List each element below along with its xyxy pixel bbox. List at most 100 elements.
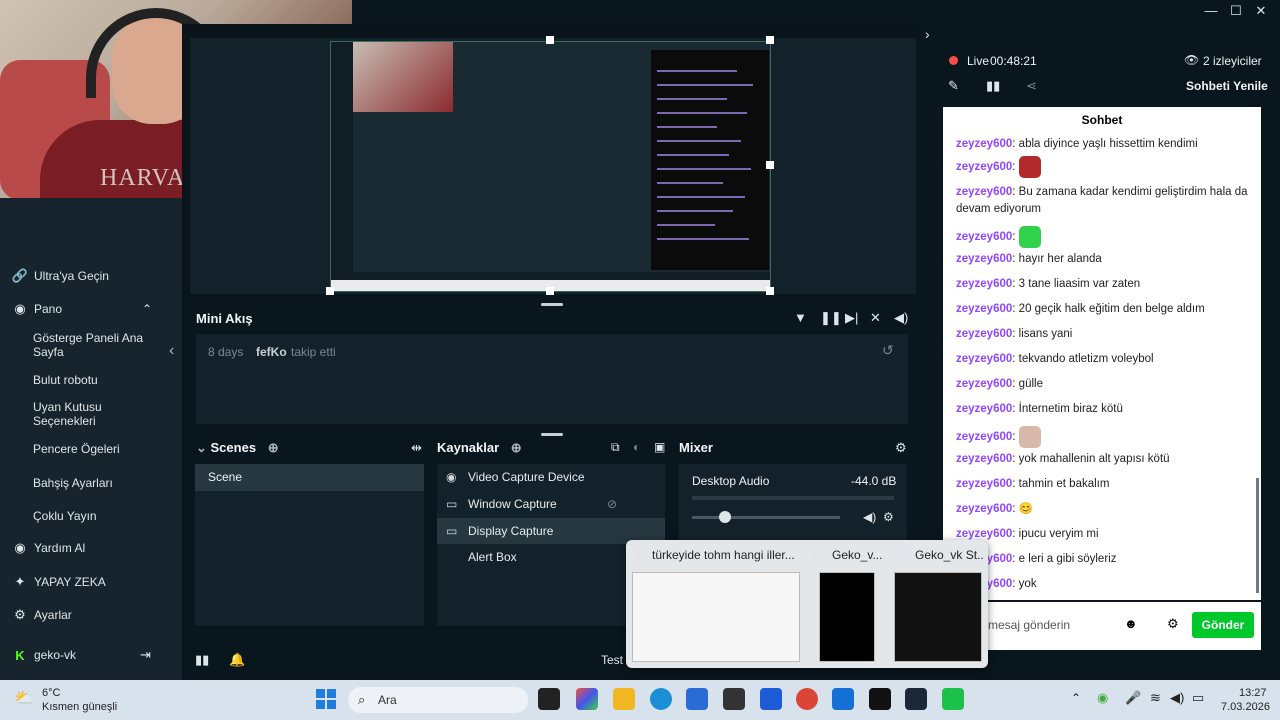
chat-input[interactable]: mesaj gönderin [988, 618, 1070, 632]
thumbnail-preview[interactable] [894, 572, 982, 662]
transform-handle[interactable] [766, 287, 774, 295]
volume-slider-handle[interactable] [719, 511, 732, 523]
chat-username[interactable]: zeyzey600 [956, 453, 1012, 465]
sidebar-subitem-cloudbot[interactable]: Bulut robotu [33, 373, 153, 387]
source-folder-icon[interactable]: ▣ [654, 440, 665, 454]
thumbnail-title[interactable]: Geko_v... [832, 548, 884, 562]
volume-icon[interactable]: ◀) [894, 310, 908, 326]
weather-desc[interactable]: Kısmen güneşli [42, 701, 117, 713]
mute-alerts-icon[interactable]: ✕ [870, 310, 881, 326]
sidebar-item-account[interactable]: K geko-vk ⇥ [0, 647, 182, 663]
expand-icon[interactable]: › [925, 26, 930, 42]
app-icon[interactable] [760, 688, 782, 710]
logout-icon[interactable]: ⇥ [140, 647, 151, 663]
chat-scrollbar[interactable] [1256, 478, 1259, 593]
send-button[interactable]: Gönder [1192, 612, 1254, 638]
copilot-icon[interactable] [576, 688, 598, 710]
transform-handle[interactable] [766, 161, 774, 169]
chat-username[interactable]: zeyzey600 [956, 186, 1012, 198]
skip-icon[interactable]: ▶| [845, 310, 858, 326]
maximize-button[interactable]: ☐ [1226, 3, 1246, 19]
thumbnail-title[interactable]: türkeyide tohm hangi iller... [652, 548, 817, 562]
sidebar-item-ai[interactable]: ✦ YAPAY ZEKA [0, 574, 182, 590]
test-button[interactable]: Test [601, 653, 623, 667]
tray-chevron-icon[interactable]: ⌃ [1071, 691, 1081, 705]
wifi-icon[interactable]: ≋ [1150, 690, 1161, 706]
sidebar-item-help[interactable]: ◉ Yardım Al [0, 540, 182, 556]
add-scene-icon[interactable]: ⊕ [268, 440, 279, 455]
chat-settings-icon[interactable]: ⚙ [1167, 616, 1179, 632]
refresh-icon[interactable]: ↺ [882, 342, 894, 359]
clock-date[interactable]: 7.03.2026 [1221, 701, 1270, 713]
stats-icon[interactable]: ▮▮ [195, 652, 209, 668]
edit-icon[interactable]: ✎ [948, 78, 959, 94]
sidebar-subitem-multistream[interactable]: Çoklu Yayın [33, 509, 153, 523]
sidebar-subitem-alert-box[interactable]: Uyan Kutusu Seçenekleri [33, 400, 153, 428]
windows-start-icon[interactable] [316, 689, 336, 709]
transform-handle[interactable] [326, 287, 334, 295]
sidebar-subitem-widgets[interactable]: Pencere Ögeleri [33, 442, 153, 456]
transform-handle[interactable] [766, 36, 774, 44]
mixer-settings-icon[interactable]: ⚙ [895, 440, 907, 456]
clock-time[interactable]: 13:27 [1239, 687, 1267, 699]
thumbnail-title[interactable]: Geko_vk St... [915, 548, 983, 562]
chat-username[interactable]: zeyzey600 [956, 253, 1012, 265]
outlook-icon[interactable] [832, 688, 854, 710]
taskbar-search[interactable]: ⌕ Ara [348, 687, 528, 713]
emoji-icon[interactable]: ☻ [1124, 616, 1138, 631]
chat-username[interactable]: zeyzey600 [956, 378, 1012, 390]
edge-icon[interactable] [650, 688, 672, 710]
channel-settings-icon[interactable]: ⚙ [883, 510, 894, 524]
volume-icon[interactable]: ◀) [863, 510, 876, 524]
task-view-icon[interactable] [538, 688, 560, 710]
close-button[interactable]: ✕ [1251, 3, 1271, 19]
microphone-icon[interactable]: 🎤 [1125, 690, 1141, 706]
chat-username[interactable]: zeyzey600 [956, 231, 1012, 243]
transform-handle[interactable] [546, 36, 554, 44]
source-monitor-icon[interactable]: ⧉ [611, 440, 620, 455]
display-capture-preview[interactable] [330, 41, 771, 292]
sidebar-item-settings[interactable]: ⚙ Ayarlar [0, 607, 182, 623]
streamlabs-icon[interactable] [942, 688, 964, 710]
app-icon[interactable] [869, 688, 891, 710]
chat-username[interactable]: zeyzey600 [956, 431, 1012, 443]
thumbnail-preview[interactable] [632, 572, 800, 662]
app-icon[interactable] [723, 688, 745, 710]
thumbnail-preview[interactable] [819, 572, 875, 662]
sidebar-subitem-dashboard-home[interactable]: Gösterge Paneli Ana Sayfa [33, 331, 153, 359]
notifications-icon[interactable]: 🔔 [229, 652, 245, 668]
transform-handle[interactable] [546, 287, 554, 295]
add-source-icon[interactable]: ⊕ [511, 440, 522, 455]
scene-transition-icon[interactable]: ⇹ [411, 440, 422, 456]
weather-temp[interactable]: 6°C [42, 687, 60, 699]
minimize-button[interactable]: — [1201, 3, 1221, 18]
chat-username[interactable]: zeyzey600 [956, 328, 1012, 340]
event-user[interactable]: fefKo [256, 345, 287, 359]
resize-handle[interactable] [541, 433, 563, 436]
source-visibility-icon[interactable]: ◐ [633, 440, 640, 454]
battery-icon[interactable]: ▭ [1192, 690, 1204, 706]
pause-icon[interactable]: ❚❚ [820, 310, 842, 326]
chat-username[interactable]: zeyzey600 [956, 303, 1012, 315]
scene-item[interactable]: Scene [195, 464, 424, 491]
collapse-sidebar-icon[interactable]: ‹ [169, 342, 174, 360]
refresh-chat-button[interactable]: Sohbeti Yenile [1186, 79, 1268, 93]
sidebar-subitem-tip-settings[interactable]: Bahşiş Ayarları [33, 476, 153, 490]
chat-username[interactable]: zeyzey600 [956, 353, 1012, 365]
chat-username[interactable]: zeyzey600 [956, 403, 1012, 415]
chrome-icon[interactable] [796, 688, 818, 710]
volume-slider[interactable] [692, 516, 840, 519]
sidebar-item-pano[interactable]: ◉ Pano ⌃ [0, 301, 182, 317]
store-icon[interactable] [686, 688, 708, 710]
hidden-eye-icon[interactable]: ⊘ [607, 497, 617, 511]
chat-username[interactable]: zeyzey600 [956, 528, 1012, 540]
chat-username[interactable]: zeyzey600 [956, 503, 1012, 515]
source-item-window-capture[interactable]: ▭ Window Capture ⊘ [437, 491, 665, 517]
chat-username[interactable]: zeyzey600 [956, 278, 1012, 290]
source-item-video-capture[interactable]: ◉ Video Capture Device [437, 464, 665, 490]
tray-app-icon[interactable]: ◉ [1097, 690, 1108, 706]
file-explorer-icon[interactable] [613, 688, 635, 710]
sidebar-item-ultra[interactable]: 🔗 Ultra'ya Geçin [0, 268, 182, 284]
filter-icon[interactable]: ▼ [794, 310, 807, 325]
chat-username[interactable]: zeyzey600 [956, 478, 1012, 490]
